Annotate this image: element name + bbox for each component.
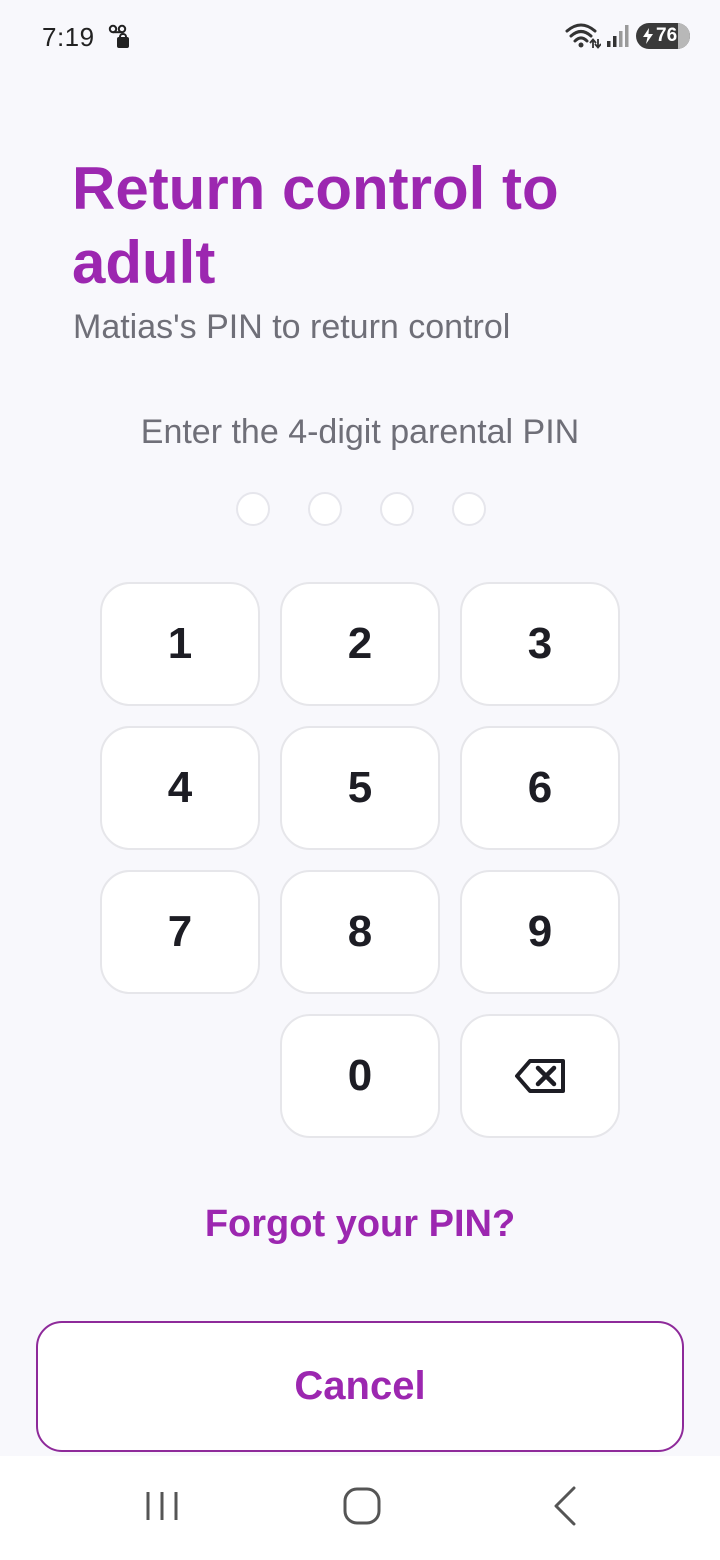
signal-icon bbox=[607, 25, 629, 47]
notification-icon bbox=[108, 24, 129, 48]
key-2[interactable]: 2 bbox=[280, 582, 440, 706]
battery-level: 76 bbox=[656, 25, 678, 46]
key-6[interactable]: 6 bbox=[460, 726, 620, 850]
backspace-icon bbox=[515, 1059, 565, 1093]
key-9[interactable]: 9 bbox=[460, 870, 620, 994]
forgot-pin-link[interactable]: Forgot your PIN? bbox=[0, 1200, 720, 1248]
status-time: 7:19 bbox=[42, 22, 95, 52]
wifi-icon bbox=[565, 23, 601, 49]
pin-prompt: Enter the 4-digit parental PIN bbox=[140, 413, 580, 451]
battery-empty-segment bbox=[678, 23, 690, 49]
key-1[interactable]: 1 bbox=[100, 582, 260, 706]
key-3[interactable]: 3 bbox=[460, 582, 620, 706]
pin-dot bbox=[380, 492, 414, 526]
key-0[interactable]: 0 bbox=[280, 1014, 440, 1138]
key-7[interactable]: 7 bbox=[100, 870, 260, 994]
pin-keypad: 1 2 3 4 5 6 7 8 9 0 bbox=[100, 582, 620, 1138]
key-5[interactable]: 5 bbox=[280, 726, 440, 850]
battery-charging-icon bbox=[643, 28, 653, 44]
battery-indicator: 76 bbox=[636, 23, 690, 49]
cancel-button[interactable]: Cancel bbox=[36, 1321, 684, 1452]
recents-icon[interactable] bbox=[142, 1486, 182, 1526]
pin-dot bbox=[452, 492, 486, 526]
key-4[interactable]: 4 bbox=[100, 726, 260, 850]
backspace-button[interactable] bbox=[460, 1014, 620, 1138]
status-bar: 7:19 76 bbox=[0, 0, 720, 72]
key-8[interactable]: 8 bbox=[280, 870, 440, 994]
pin-dot bbox=[236, 492, 270, 526]
page-title: Return control to adult bbox=[72, 155, 559, 296]
pin-indicator bbox=[232, 492, 488, 528]
page-subtitle: Matias's PIN to return control bbox=[73, 308, 511, 346]
pin-dot bbox=[308, 492, 342, 526]
navigation-bar bbox=[0, 1456, 720, 1560]
home-icon[interactable] bbox=[342, 1486, 382, 1526]
back-icon[interactable] bbox=[548, 1484, 582, 1528]
